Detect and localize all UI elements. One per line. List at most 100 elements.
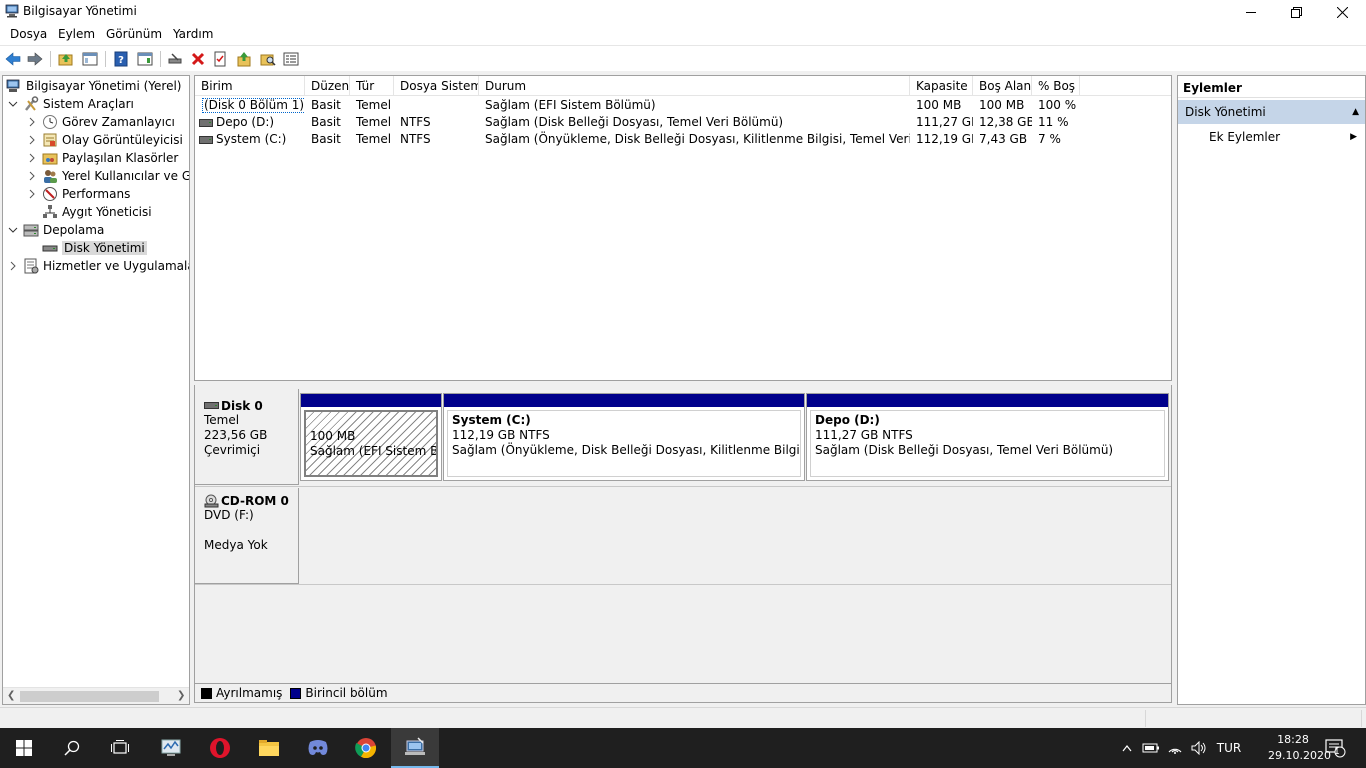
volume-button[interactable] xyxy=(1188,728,1210,768)
column-header-status[interactable]: Durum xyxy=(479,76,910,96)
table-cell-layout: Basit xyxy=(311,115,341,129)
show-hide-action-pane-button[interactable] xyxy=(135,49,155,69)
volume-name: (Disk 0 Bölüm 1) xyxy=(202,98,305,113)
cdrom-0-area[interactable] xyxy=(300,488,1171,584)
action-center-button[interactable]: 1 xyxy=(1318,728,1354,768)
column-header-type[interactable]: Tür xyxy=(350,76,394,96)
chevron-right-icon[interactable] xyxy=(26,116,38,128)
list-view-button[interactable] xyxy=(281,49,301,69)
chevron-right-icon[interactable] xyxy=(26,152,38,164)
action-more-actions[interactable]: Ek Eylemler ▶ xyxy=(1209,128,1359,146)
tree-item-system-tools[interactable]: Sistem Araçları xyxy=(7,95,134,113)
properties-button[interactable] xyxy=(210,49,230,69)
connect-drive-button[interactable] xyxy=(165,49,185,69)
chevron-right-icon[interactable] xyxy=(26,188,38,200)
chevron-up-icon xyxy=(1122,744,1132,751)
search-icon xyxy=(64,740,80,756)
start-button[interactable] xyxy=(0,728,48,768)
partition-status: Sağlam (EFI Sistem Bölü xyxy=(310,444,438,458)
search-folder-button[interactable] xyxy=(258,49,278,69)
show-hide-tree-button[interactable] xyxy=(80,49,100,69)
tree-item-shared-folders[interactable]: Paylaşılan Klasörler xyxy=(26,149,178,167)
show-hidden-icons-button[interactable] xyxy=(1118,728,1136,768)
chevron-right-icon[interactable] xyxy=(26,170,38,182)
search-button[interactable] xyxy=(48,728,96,768)
tree-item-services-apps[interactable]: Hizmetler ve Uygulamalar xyxy=(7,257,189,275)
task-view-button[interactable] xyxy=(96,728,144,768)
column-header-file-system[interactable]: Dosya Sistemi xyxy=(394,76,479,96)
restore-button[interactable] xyxy=(1273,0,1319,24)
table-cell-status: Sağlam (EFI Sistem Bölümü) xyxy=(485,98,656,112)
scroll-left-icon[interactable]: ❮ xyxy=(7,690,15,701)
table-cell-volume: Depo (D:) xyxy=(195,114,305,131)
menu-file[interactable]: Dosya xyxy=(10,27,47,41)
disk-0-name-row: Disk 0 xyxy=(204,399,298,413)
table-row[interactable]: (Disk 0 Bölüm 1) Basit Temel Sağlam (EFI… xyxy=(195,97,1171,114)
taskbar-app-computer-management[interactable] xyxy=(391,728,439,768)
close-button[interactable] xyxy=(1319,0,1365,24)
disk-0-size: 223,56 GB xyxy=(204,428,268,442)
scroll-right-icon[interactable]: ❯ xyxy=(177,690,185,701)
tree-item-root[interactable]: Bilgisayar Yönetimi (Yerel) xyxy=(6,77,181,95)
taskbar-app-system-monitor[interactable] xyxy=(147,728,195,768)
close-icon xyxy=(1336,6,1348,18)
legend-label: Ayrılmamış xyxy=(216,686,283,700)
volume-name: Depo (D:) xyxy=(216,115,275,129)
column-header-volume[interactable]: Birim xyxy=(195,76,305,96)
scrollbar-thumb[interactable] xyxy=(20,691,159,702)
computer-management-icon xyxy=(5,4,20,18)
tree-item-event-viewer[interactable]: Olay Görüntüleyicisi xyxy=(26,131,183,149)
forward-button[interactable] xyxy=(25,49,45,69)
chevron-right-icon[interactable] xyxy=(7,260,19,272)
tree-item-storage[interactable]: Depolama xyxy=(7,221,104,239)
menu-help[interactable]: Yardım xyxy=(173,27,213,41)
chevron-right-icon[interactable] xyxy=(26,134,38,146)
disk-0-label[interactable]: Disk 0 Temel 223,56 GB Çevrimiçi xyxy=(195,389,299,485)
chevron-down-icon[interactable] xyxy=(7,98,19,110)
clock[interactable]: 18:28 29.10.2020 xyxy=(1268,732,1331,764)
taskbar-app-discord[interactable] xyxy=(294,728,342,768)
tree-horizontal-scrollbar[interactable]: ❮ ❯ xyxy=(3,687,189,704)
taskbar-app-opera[interactable] xyxy=(196,728,244,768)
partition-body: System (C:) 112,19 GB NTFS Sağlam (Önyük… xyxy=(447,410,801,477)
tree-item-device-manager[interactable]: Aygıt Yöneticisi xyxy=(42,203,152,221)
column-header-free-space[interactable]: Boş Alan xyxy=(973,76,1032,96)
menu-action[interactable]: Eylem xyxy=(58,27,95,41)
taskbar-app-file-explorer[interactable] xyxy=(245,728,293,768)
help-button[interactable]: ? xyxy=(111,49,131,69)
minimize-button[interactable] xyxy=(1228,0,1274,24)
delete-button[interactable] xyxy=(188,49,208,69)
column-header-layout[interactable]: Düzen xyxy=(305,76,350,96)
up-level-button[interactable] xyxy=(56,49,76,69)
toolbar-separator xyxy=(160,51,161,67)
partition-depo-d[interactable]: Depo (D:) 111,27 GB NTFS Sağlam (Disk Be… xyxy=(806,393,1169,481)
tree-item-task-scheduler[interactable]: Görev Zamanlayıcı xyxy=(26,113,175,131)
restore-icon xyxy=(1290,6,1302,18)
column-header-percent-free[interactable]: % Boş xyxy=(1032,76,1080,96)
event-viewer-icon xyxy=(42,132,58,148)
volume-icon xyxy=(199,135,213,144)
back-button[interactable] xyxy=(3,49,23,69)
table-cell-type: Temel xyxy=(356,98,392,112)
export-button[interactable] xyxy=(234,49,254,69)
partition-efi[interactable]: 100 MB Sağlam (EFI Sistem Bölü xyxy=(300,393,442,481)
table-cell-capacity: 112,19 GB xyxy=(916,132,973,146)
partition-system-c[interactable]: System (C:) 112,19 GB NTFS Sağlam (Önyük… xyxy=(443,393,805,481)
tree-item-disk-management[interactable]: Disk Yönetimi xyxy=(42,239,147,257)
collapse-up-icon[interactable]: ▲ xyxy=(1352,100,1359,124)
table-row[interactable]: System (C:) Basit Temel NTFS Sağlam (Öny… xyxy=(195,131,1171,148)
chevron-down-icon[interactable] xyxy=(7,224,19,236)
input-language-button[interactable]: TUR xyxy=(1212,728,1246,768)
battery-button[interactable] xyxy=(1140,728,1162,768)
taskbar-app-chrome[interactable] xyxy=(342,728,390,768)
tree-item-performance[interactable]: Performans xyxy=(26,185,130,203)
menu-view[interactable]: Görünüm xyxy=(106,27,162,41)
actions-section-disk-management[interactable]: Disk Yönetimi ▲ xyxy=(1178,100,1365,124)
cdrom-0-label[interactable]: CD-ROM 0 DVD (F:) Medya Yok xyxy=(195,488,299,584)
table-row[interactable]: Depo (D:) Basit Temel NTFS Sağlam (Disk … xyxy=(195,114,1171,131)
network-button[interactable] xyxy=(1164,728,1186,768)
actions-header: Eylemler xyxy=(1178,76,1365,98)
tree-item-local-users[interactable]: Yerel Kullanıcılar ve Gru xyxy=(26,167,189,185)
column-header-capacity[interactable]: Kapasite xyxy=(910,76,973,96)
primary-partition-bar xyxy=(444,394,804,407)
